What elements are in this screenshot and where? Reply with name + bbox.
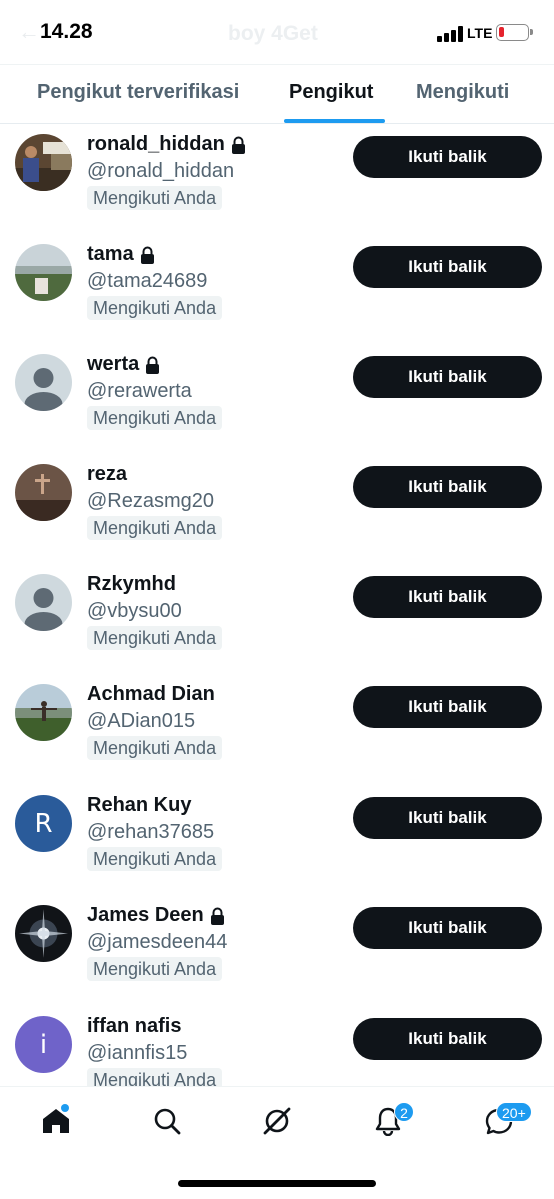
follower-name[interactable]: iffan nafis [87,1015,181,1038]
battery-icon [496,24,533,41]
lock-icon [146,356,160,374]
tab-followers[interactable]: Pengikut [289,81,373,104]
follow-back-button[interactable]: Ikuti balik [353,1018,542,1060]
follows-you-badge: Mengikuti Anda [87,186,223,210]
follower-name[interactable]: Rehan Kuy [87,794,191,817]
follower-name[interactable]: Rzkymhd [87,573,176,596]
tab-verified-followers[interactable]: Pengikut terverifikasi [37,81,239,104]
status-bar: ← boy 4Get 14.28 LTE [0,0,554,64]
follow-back-button[interactable]: Ikuti balik [353,797,542,839]
home-icon[interactable] [36,1101,76,1141]
follower-name[interactable]: reza [87,463,127,486]
follows-you-badge: Mengikuti Anda [87,1068,223,1086]
lock-icon [140,246,154,264]
follower-row[interactable]: ronald_hiddan @ronald_hiddan Mengikuti A… [0,124,554,234]
back-arrow-icon[interactable]: ← [18,19,40,45]
tab-following[interactable]: Mengikuti [416,81,509,104]
follower-name[interactable]: tama [87,243,134,266]
avatar[interactable] [15,464,72,521]
follower-handle: @rehan37685 [87,821,215,843]
follower-handle: @iannfis15 [87,1042,188,1064]
follower-name[interactable]: James Deen [87,904,204,927]
follow-back-button[interactable]: Ikuti balik [353,907,542,949]
notifications-icon[interactable]: 2 [368,1101,414,1141]
active-tab-indicator [284,119,385,123]
cellular-signal-icon [437,26,463,42]
follower-row[interactable]: James Deen @jamesdeen44 Mengikuti Anda I… [0,895,554,1005]
follower-row[interactable]: R Rehan Kuy @rehan37685 Mengikuti Anda I… [0,785,554,895]
follower-handle: @ronald_hiddan [87,160,235,182]
follows-you-badge: Mengikuti Anda [87,957,223,981]
notifications-count-badge: 2 [394,1102,414,1122]
network-type: LTE [467,25,493,41]
follower-row[interactable]: i iffan nafis @iannfis15 Mengikuti Anda … [0,1006,554,1086]
follow-back-button[interactable]: Ikuti balik [353,576,542,618]
follow-back-button[interactable]: Ikuti balik [353,246,542,288]
avatar[interactable] [15,684,72,741]
follow-back-button[interactable]: Ikuti balik [353,686,542,728]
follows-you-badge: Mengikuti Anda [87,296,223,320]
follows-you-badge: Mengikuti Anda [87,406,223,430]
default-avatar[interactable] [15,354,72,411]
follower-row[interactable]: tama @tama24689 Mengikuti Anda Ikuti bal… [0,234,554,344]
follow-back-button[interactable]: Ikuti balik [353,136,542,178]
letter-avatar[interactable]: R [15,795,72,852]
follower-handle: @Rezasmg20 [87,490,215,512]
follower-handle: @rerawerta [87,380,192,402]
status-time: 14.28 [40,20,93,43]
follower-row[interactable]: werta @rerawerta Mengikuti Anda Ikuti ba… [0,344,554,454]
follower-row[interactable]: reza @Rezasmg20 Mengikuti Anda Ikuti bal… [0,454,554,564]
avatar[interactable] [15,244,72,301]
follower-list: ronald_hiddan @ronald_hiddan Mengikuti A… [0,124,554,1086]
messages-count-badge: 20+ [496,1102,532,1122]
lock-icon [210,907,224,925]
grok-icon[interactable] [257,1101,297,1141]
follows-you-badge: Mengikuti Anda [87,626,223,650]
follower-handle: @tama24689 [87,270,208,292]
follower-name[interactable]: Achmad Dian [87,683,215,706]
avatar[interactable] [15,905,72,962]
follower-row[interactable]: Achmad Dian @ADian015 Mengikuti Anda Iku… [0,674,554,784]
follower-name[interactable]: ronald_hiddan [87,133,225,156]
follows-you-badge: Mengikuti Anda [87,516,223,540]
follower-handle: @jamesdeen44 [87,931,228,953]
follower-row[interactable]: Rzkymhd @vbysu00 Mengikuti Anda Ikuti ba… [0,564,554,674]
search-icon[interactable] [147,1101,187,1141]
follow-back-button[interactable]: Ikuti balik [353,466,542,508]
home-indicator[interactable] [178,1180,376,1187]
follower-handle: @ADian015 [87,710,196,732]
follower-tabs: Pengikut terverifikasi Pengikut Mengikut… [0,64,554,124]
lock-icon [231,136,245,154]
default-avatar[interactable] [15,574,72,631]
follows-you-badge: Mengikuti Anda [87,736,223,760]
messages-icon[interactable]: 20+ [479,1101,532,1141]
letter-avatar[interactable]: i [15,1016,72,1073]
follows-you-badge: Mengikuti Anda [87,847,223,871]
new-content-dot [61,1104,69,1112]
follow-back-button[interactable]: Ikuti balik [353,356,542,398]
ghost-page-title: boy 4Get [228,22,318,45]
avatar[interactable] [15,134,72,191]
follower-name[interactable]: werta [87,353,139,376]
follower-handle: @vbysu00 [87,600,182,622]
